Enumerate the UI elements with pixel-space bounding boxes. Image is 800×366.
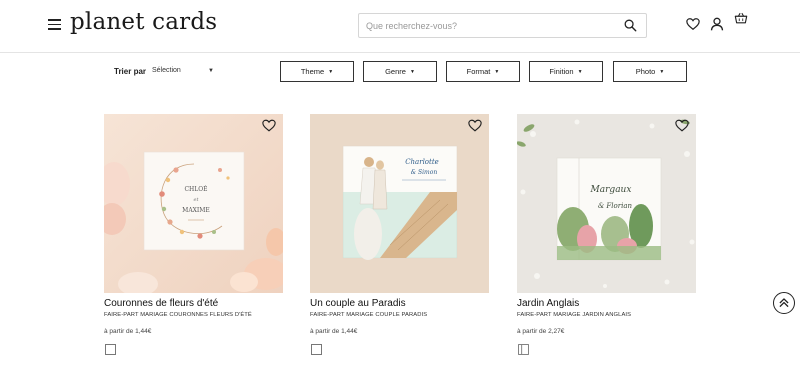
filter-label: Photo <box>635 67 656 76</box>
filter-label: Genre <box>385 67 406 76</box>
user-icon[interactable] <box>710 17 724 31</box>
square-format-icon <box>105 344 116 355</box>
product-name[interactable]: Couronnes de fleurs d'été <box>104 298 218 309</box>
card-name-2: & Simon <box>411 169 438 176</box>
filter-theme[interactable]: Theme ▼ <box>280 61 354 82</box>
product-image[interactable]: CHLOÉ et MAXIME <box>104 114 283 293</box>
product-name[interactable]: Un couple au Paradis <box>310 298 406 309</box>
folded-card-format-icon <box>518 344 529 355</box>
caret-down-icon: ▼ <box>494 69 500 75</box>
filter-label: Format <box>466 67 491 76</box>
heart-icon[interactable] <box>675 119 689 132</box>
search-bar <box>358 13 647 38</box>
product-subtitle: FAIRE-PART MARIAGE COURONNES FLEURS D'ÉT… <box>104 312 252 318</box>
site-logo[interactable]: planet cards <box>70 9 217 35</box>
heart-icon[interactable] <box>262 119 276 132</box>
product-price: à partir de 1,44€ <box>104 328 152 335</box>
filter-finition[interactable]: Finition ▼ <box>529 61 603 82</box>
filter-genre[interactable]: Genre ▼ <box>363 61 437 82</box>
product-photo: Charlotte & Simon <box>310 114 489 293</box>
heart-icon[interactable] <box>468 119 482 132</box>
card-name-2: & Florian <box>598 202 633 210</box>
search-input[interactable] <box>359 14 609 37</box>
product-subtitle: FAIRE-PART MARIAGE JARDIN ANGLAIS <box>517 312 632 318</box>
sort-select[interactable]: Sélection ▼ <box>148 63 220 79</box>
product-price: à partir de 2,27€ <box>517 328 565 335</box>
site-header: planet cards <box>0 0 800 53</box>
chevron-down-icon: ▼ <box>208 68 214 74</box>
product-image[interactable]: Margaux & Florian <box>517 114 696 293</box>
sort-label: Trier par <box>114 67 147 76</box>
card-name-2: MAXIME <box>182 207 210 214</box>
caret-down-icon: ▼ <box>409 69 415 75</box>
filter-format[interactable]: Format ▼ <box>446 61 520 82</box>
filter-label: Finition <box>549 67 574 76</box>
product-image[interactable]: Charlotte & Simon <box>310 114 489 293</box>
filter-photo[interactable]: Photo ▼ <box>613 61 687 82</box>
card-name-1: Charlotte <box>405 158 439 166</box>
square-format-icon <box>311 344 322 355</box>
basket-icon[interactable] <box>734 11 748 25</box>
caret-down-icon: ▼ <box>577 69 583 75</box>
caret-down-icon: ▼ <box>328 69 334 75</box>
card-name-1: Margaux <box>590 185 632 195</box>
search-icon[interactable] <box>624 19 637 32</box>
scroll-to-top-icon[interactable] <box>773 292 795 314</box>
card-name-1: CHLOÉ <box>184 185 207 193</box>
filter-label: Theme <box>300 67 325 76</box>
product-subtitle: FAIRE-PART MARIAGE COUPLE PARADIS <box>310 312 428 318</box>
product-name[interactable]: Jardin Anglais <box>517 298 579 309</box>
product-photo: Margaux & Florian <box>517 114 696 293</box>
sort-value: Sélection <box>152 67 181 74</box>
product-price: à partir de 1,44€ <box>310 328 358 335</box>
product-photo: CHLOÉ et MAXIME <box>104 114 283 293</box>
heart-icon[interactable] <box>686 17 700 31</box>
caret-down-icon: ▼ <box>659 69 665 75</box>
hamburger-menu-icon[interactable] <box>48 19 61 30</box>
